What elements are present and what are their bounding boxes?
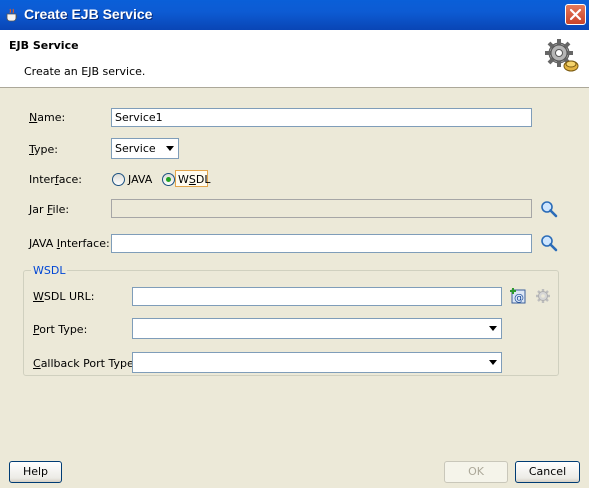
window-title: Create EJB Service	[24, 6, 153, 22]
interface-label: Interface:	[29, 173, 82, 186]
gear-icon	[536, 289, 550, 303]
wsdl-options-button[interactable]	[535, 288, 553, 306]
magnifier-icon	[541, 235, 558, 252]
java-interface-browse-button[interactable]	[540, 234, 558, 252]
add-wsdl-icon: @	[510, 288, 526, 304]
jar-file-input[interactable]	[111, 199, 532, 218]
callback-port-type-select[interactable]	[132, 352, 502, 373]
name-input[interactable]: Service1	[111, 108, 532, 127]
port-type-label: Port Type:	[33, 323, 88, 336]
java-radio[interactable]	[112, 173, 125, 186]
coffee-cup-icon	[5, 7, 20, 22]
gears-icon	[543, 37, 581, 78]
chevron-down-icon	[166, 146, 174, 151]
header-description: Create an EJB service.	[24, 65, 146, 78]
chevron-down-icon	[489, 360, 497, 365]
help-button[interactable]: Help	[9, 461, 62, 483]
java-interface-label: JAVA Interface:	[29, 237, 110, 250]
svg-text:@: @	[514, 293, 524, 304]
title-bar: Create EJB Service	[0, 0, 589, 30]
java-interface-input[interactable]	[111, 234, 532, 253]
java-radio-label[interactable]: JAVA	[128, 173, 152, 186]
header-panel: EJB Service Create an EJB service.	[0, 30, 589, 88]
name-label: Name:	[29, 111, 66, 124]
chevron-down-icon	[489, 326, 497, 331]
jar-file-label: Jar File:	[29, 203, 70, 216]
port-type-select[interactable]	[132, 318, 502, 339]
jar-file-browse-button[interactable]	[540, 200, 558, 218]
callback-port-type-label: Callback Port Type:	[33, 357, 138, 370]
ok-button[interactable]: OK	[444, 461, 508, 483]
wsdl-radio-label[interactable]: WSDL	[178, 173, 210, 186]
header-title: EJB Service	[9, 39, 79, 52]
cancel-button[interactable]: Cancel	[515, 461, 580, 483]
type-select[interactable]: Service	[111, 138, 179, 159]
close-button[interactable]	[565, 4, 586, 25]
magnifier-icon	[541, 201, 558, 218]
wsdl-url-input[interactable]	[132, 287, 502, 306]
close-icon	[569, 8, 582, 21]
add-wsdl-button[interactable]: @	[509, 287, 527, 305]
wsdl-url-label: WSDL URL:	[33, 290, 95, 303]
wsdl-group-legend: WSDL	[31, 264, 68, 277]
type-select-value: Service	[115, 142, 156, 155]
wsdl-radio[interactable]	[162, 173, 175, 186]
type-label: Type:	[29, 143, 58, 156]
